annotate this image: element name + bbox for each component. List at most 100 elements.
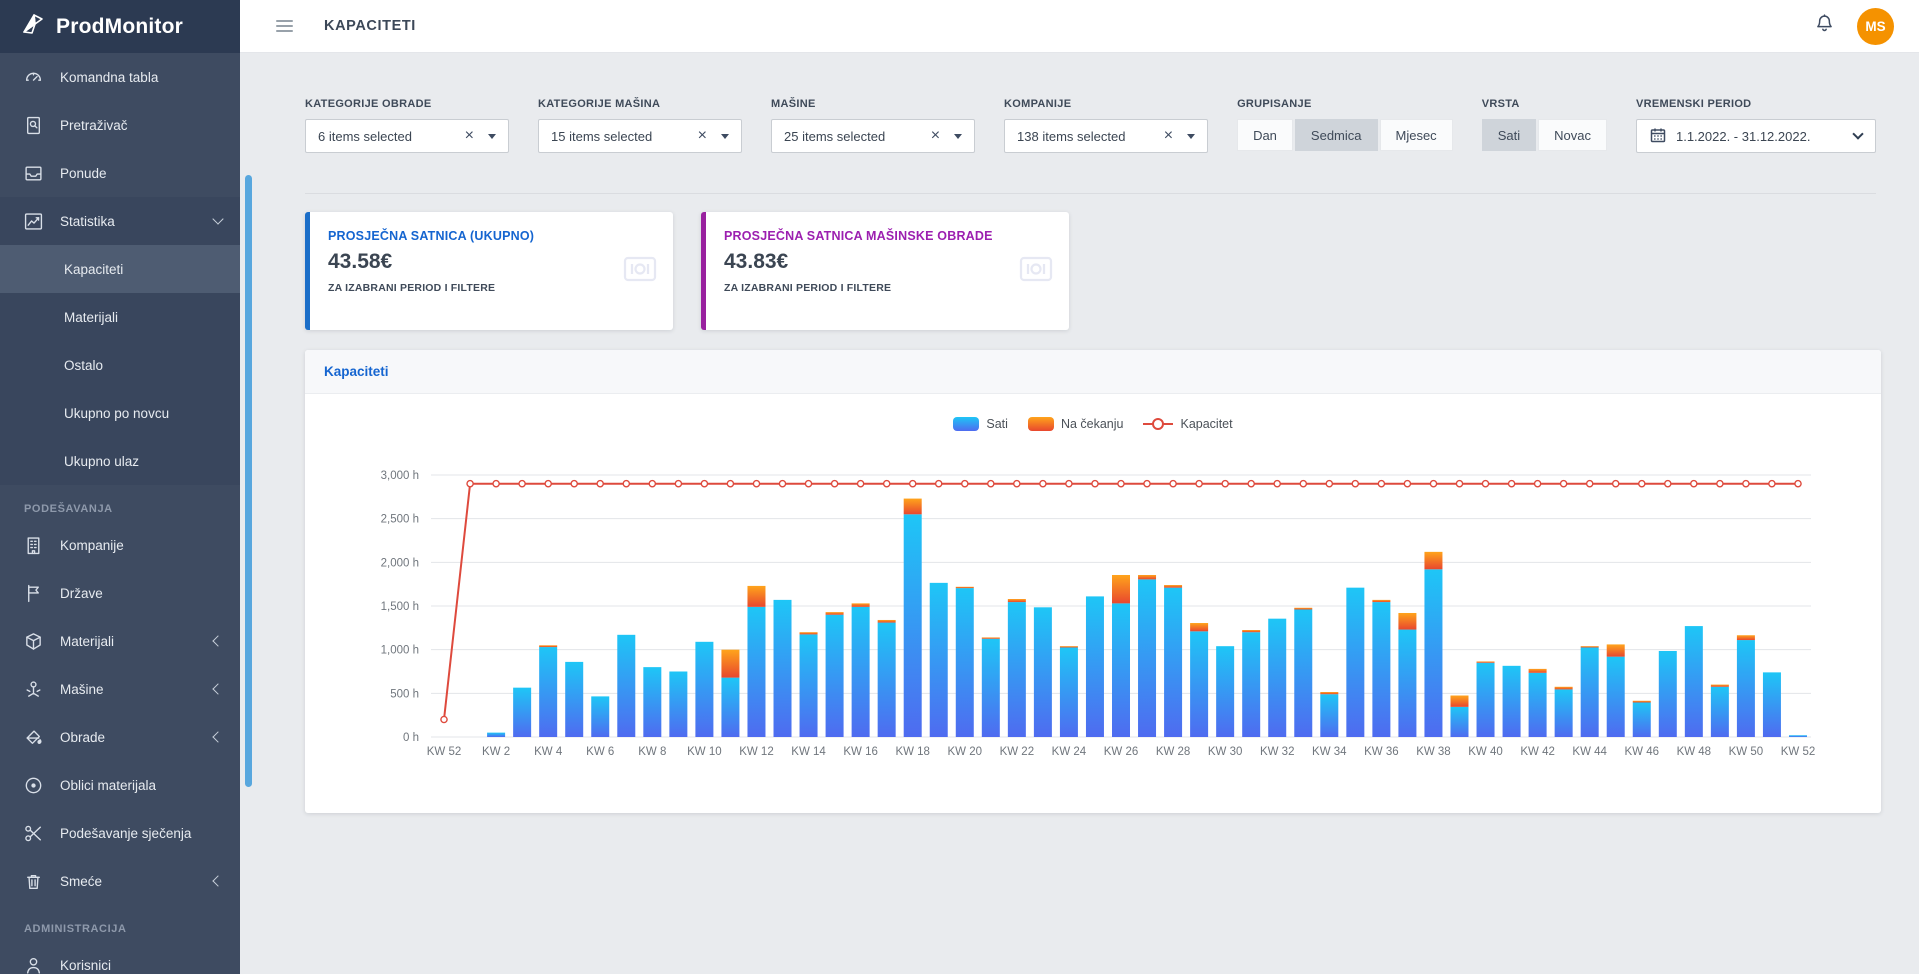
filter-select-kategorije-obrade[interactable]: 6 items selected× bbox=[305, 119, 509, 153]
capacity-chart[interactable]: 0 h500 h1,000 h1,500 h2,000 h2,500 h3,00… bbox=[323, 442, 1863, 764]
svg-text:KW 38: KW 38 bbox=[1416, 746, 1451, 758]
segment-button-novac[interactable]: Novac bbox=[1538, 119, 1607, 151]
stat-card-title: PROSJEČNA SATNICA (UKUPNO) bbox=[328, 229, 655, 243]
sidebar-item-label: Države bbox=[60, 586, 222, 601]
avatar[interactable]: MS bbox=[1857, 8, 1894, 45]
dropdown-caret-icon[interactable] bbox=[1187, 134, 1195, 139]
clear-icon[interactable]: × bbox=[465, 128, 474, 144]
segment-button-sedmica[interactable]: Sedmica bbox=[1295, 119, 1378, 151]
sidebar-item-kompanije[interactable]: Kompanije bbox=[0, 521, 240, 569]
svg-text:KW 26: KW 26 bbox=[1104, 746, 1139, 758]
clear-icon[interactable]: × bbox=[1164, 128, 1173, 144]
sidebar-item-ponude[interactable]: Ponude bbox=[0, 149, 240, 197]
topbar: KAPACITETI MS bbox=[240, 0, 1919, 53]
sidebar-item-label: Mašine bbox=[60, 682, 214, 697]
svg-text:KW 8: KW 8 bbox=[638, 746, 666, 758]
page-title: KAPACITETI bbox=[324, 18, 416, 34]
chart-legend: Sati Na čekanju Kapacitet bbox=[323, 416, 1863, 432]
filter-group: MAŠINE 25 items selected× bbox=[771, 98, 975, 153]
sidebar-item-label: Podešavanje sječenja bbox=[60, 826, 222, 841]
svg-text:KW 52: KW 52 bbox=[427, 746, 462, 758]
filter-group: VRSTASatiNovac bbox=[1482, 98, 1607, 153]
app-logo[interactable]: ProdMonitor bbox=[0, 0, 240, 53]
chevron-left-icon bbox=[212, 875, 223, 886]
sidebar-item-dr-ave[interactable]: Države bbox=[0, 569, 240, 617]
sidebar-item-sme-e[interactable]: Smeće bbox=[0, 857, 240, 905]
filter-label: VREMENSKI PERIOD bbox=[1636, 98, 1876, 110]
svg-text:3,000 h: 3,000 h bbox=[381, 470, 419, 482]
sidebar-item-korisnici[interactable]: Korisnici bbox=[0, 941, 240, 974]
filter-bar: KATEGORIJE OBRADE6 items selected× KATEGO… bbox=[305, 98, 1876, 153]
svg-text:KW 42: KW 42 bbox=[1520, 746, 1555, 758]
bell-icon[interactable] bbox=[1814, 13, 1835, 39]
sidebar-submenu: Kapaciteti Materijali Ostalo Ukupno po novc… bbox=[0, 245, 240, 485]
legend-label: Kapacitet bbox=[1180, 417, 1232, 431]
filter-select-ma-ine[interactable]: 25 items selected× bbox=[771, 119, 975, 153]
sidebar-subitem-ukupno-po-novcu[interactable]: Ukupno po novcu bbox=[0, 389, 240, 437]
legend-item-na-ekanju[interactable]: Na čekanju bbox=[1028, 417, 1124, 431]
filter-select-kategorije-ma-ina[interactable]: 15 items selected× bbox=[538, 119, 742, 153]
sidebar-section-label: ADMINISTRACIJA bbox=[0, 905, 240, 941]
legend-swatch bbox=[953, 417, 979, 431]
svg-text:KW 4: KW 4 bbox=[534, 746, 563, 758]
gauge-icon bbox=[24, 68, 43, 87]
sidebar-item-obrade[interactable]: Obrade bbox=[0, 713, 240, 761]
sidebar-subitem-ukupno-ulaz[interactable]: Ukupno ulaz bbox=[0, 437, 240, 485]
filter-group: KATEGORIJE OBRADE6 items selected× bbox=[305, 98, 509, 153]
stat-card-value: 43.83€ bbox=[724, 250, 1051, 274]
sidebar-subitem-materijali[interactable]: Materijali bbox=[0, 293, 240, 341]
chart-panel-title: Kapaciteti bbox=[305, 350, 1881, 394]
svg-text:KW 22: KW 22 bbox=[1000, 746, 1035, 758]
svg-text:KW 20: KW 20 bbox=[948, 746, 983, 758]
sidebar-nav: Komandna tabla Pretraživač Ponude Statistik… bbox=[0, 53, 240, 974]
trash-icon bbox=[24, 872, 43, 891]
filter-select-value: 25 items selected bbox=[784, 129, 931, 144]
sidebar-item-statistika[interactable]: Statistika bbox=[0, 197, 240, 245]
sidebar-subitem-label: Materijali bbox=[64, 310, 222, 325]
clear-icon[interactable]: × bbox=[698, 128, 707, 144]
sidebar-item-materijali[interactable]: Materijali bbox=[0, 617, 240, 665]
sidebar-subitem-label: Kapaciteti bbox=[64, 262, 222, 277]
svg-text:KW 10: KW 10 bbox=[687, 746, 722, 758]
sidebar-item-pode-avanje-sje-enja[interactable]: Podešavanje sječenja bbox=[0, 809, 240, 857]
menu-toggle-icon[interactable] bbox=[276, 20, 293, 32]
svg-text:KW 6: KW 6 bbox=[586, 746, 614, 758]
svg-text:KW 18: KW 18 bbox=[895, 746, 930, 758]
sidebar-item-komandna-tabla[interactable]: Komandna tabla bbox=[0, 53, 240, 101]
sidebar-section-label: PODEŠAVANJA bbox=[0, 485, 240, 521]
legend-line-marker bbox=[1143, 417, 1173, 431]
sidebar-item-ma-ine[interactable]: Mašine bbox=[0, 665, 240, 713]
legend-item-sati[interactable]: Sati bbox=[953, 417, 1008, 431]
sidebar-subitem-label: Ostalo bbox=[64, 358, 222, 373]
segment-button-sati[interactable]: Sati bbox=[1482, 119, 1536, 151]
chevron-left-icon bbox=[212, 731, 223, 742]
svg-text:KW 40: KW 40 bbox=[1468, 746, 1503, 758]
dropdown-caret-icon[interactable] bbox=[721, 134, 729, 139]
sidebar-item-pretra-iva-[interactable]: Pretraživač bbox=[0, 101, 240, 149]
dropdown-caret-icon[interactable] bbox=[488, 134, 496, 139]
sidebar-item-label: Statistika bbox=[60, 214, 214, 229]
segment-button-dan[interactable]: Dan bbox=[1237, 119, 1293, 151]
stat-card-title: PROSJEČNA SATNICA MAŠINSKE OBRADE bbox=[724, 229, 1051, 243]
disc-icon bbox=[24, 776, 43, 795]
dropdown-caret-icon[interactable] bbox=[954, 134, 962, 139]
svg-text:1,000 h: 1,000 h bbox=[381, 645, 419, 657]
sidebar-item-label: Materijali bbox=[60, 634, 214, 649]
segment-button-mjesec[interactable]: Mjesec bbox=[1380, 119, 1453, 151]
legend-item-kapacitet[interactable]: Kapacitet bbox=[1143, 417, 1232, 431]
filter-group: KOMPANIJE138 items selected× bbox=[1004, 98, 1208, 153]
filter-label: MAŠINE bbox=[771, 98, 975, 110]
date-range-picker[interactable]: 1.1.2022. - 31.12.2022. bbox=[1636, 119, 1876, 153]
svg-text:KW 24: KW 24 bbox=[1052, 746, 1087, 758]
clear-icon[interactable]: × bbox=[931, 128, 940, 144]
svg-text:KW 36: KW 36 bbox=[1364, 746, 1399, 758]
sidebar-subitem-kapaciteti[interactable]: Kapaciteti bbox=[0, 245, 240, 293]
filter-group: KATEGORIJE MAŠINA15 items selected× bbox=[538, 98, 742, 153]
sidebar-item-oblici-materijala[interactable]: Oblici materijala bbox=[0, 761, 240, 809]
sidebar-item-label: Pretraživač bbox=[60, 118, 222, 133]
filter-select-kompanije[interactable]: 138 items selected× bbox=[1004, 119, 1208, 153]
sidebar-subitem-ostalo[interactable]: Ostalo bbox=[0, 341, 240, 389]
sidebar-scrollbar[interactable] bbox=[245, 175, 252, 787]
svg-text:500 h: 500 h bbox=[390, 688, 419, 700]
app-logo-icon bbox=[20, 11, 47, 43]
